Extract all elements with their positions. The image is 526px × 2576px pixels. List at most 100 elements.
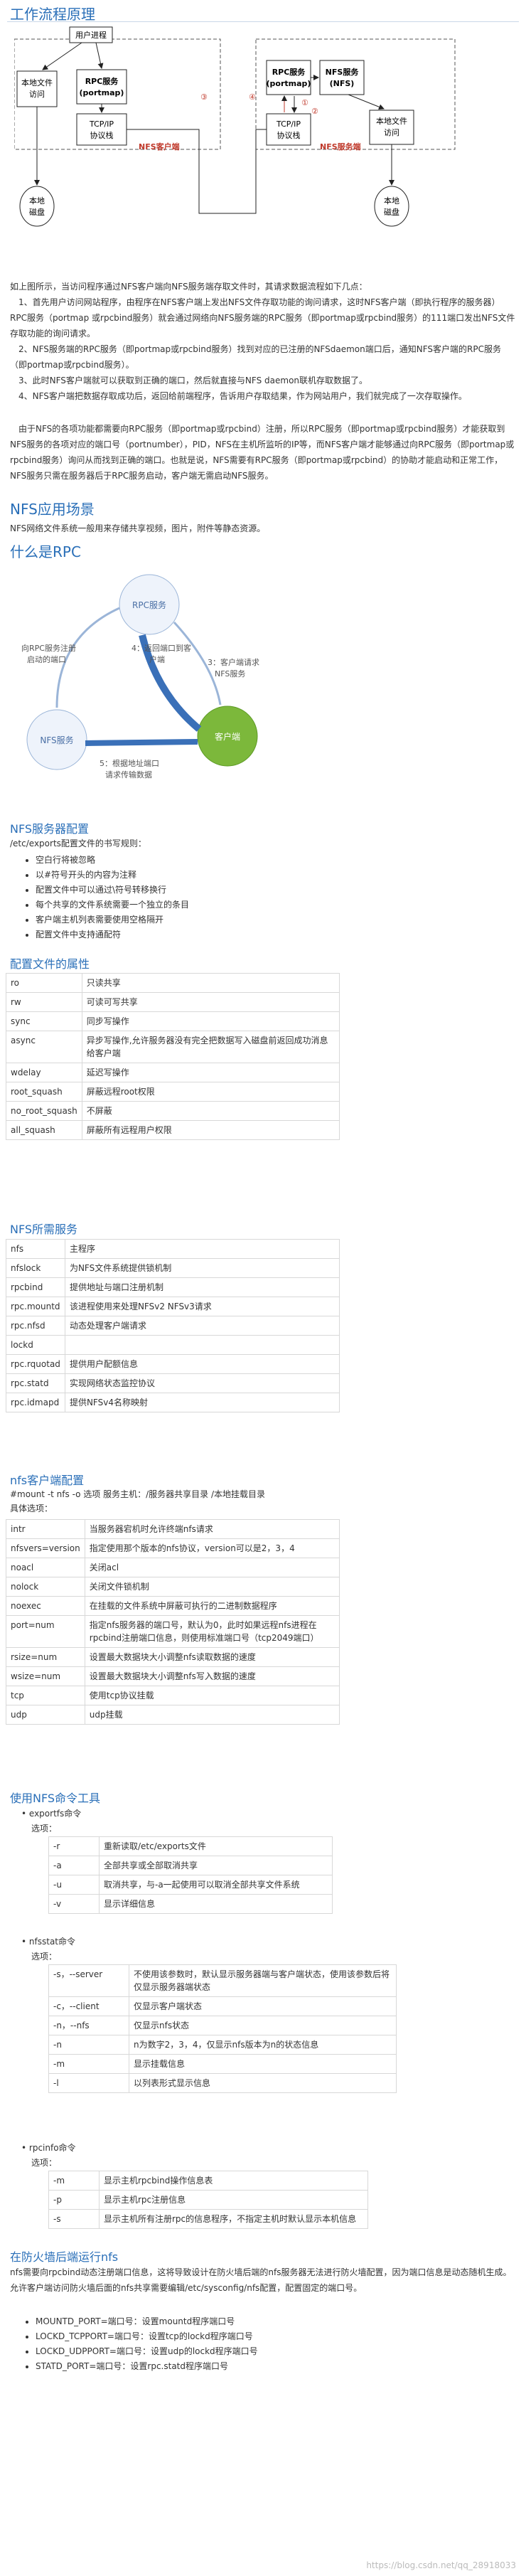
exportfs-options-table: -r 重新读取/etc/exports文件 -a 全部共享或全部取消共享 -u 取消共… xyxy=(48,1836,333,1914)
svg-text:本地文件: 本地文件 xyxy=(21,78,53,87)
watermark: https://blog.csdn.net/qq_28918033 xyxy=(366,2560,516,2570)
scenario-text: NFS网络文件系统一般用来存储共享视频，图片，附件等静态资源。 xyxy=(10,523,266,533)
workflow-p0: 如上图所示，当访问程序通过NFS客户端向NFS服务端存取文件时，其请求数据流程如… xyxy=(10,282,367,292)
table-row: root_squash 屏蔽远程root权限 xyxy=(6,1082,340,1102)
workflow-p4: 4、NFS客户端把数据存取成功后，返回给前端程序，告诉用户存取结果，作为网站用户… xyxy=(10,391,467,401)
rpc-diagram: RPC服务 NFS服务 客户端 向RPC服务注册 启动的端口 4：返回端口到客 … xyxy=(21,574,259,779)
table-row: -c，--client 仅显示客户端状态 xyxy=(48,1996,397,2016)
table-row: wsize=num 设置最大数据块大小调整nfs写入数据的速度 xyxy=(6,1666,340,1686)
table-row: nfs 主程序 xyxy=(6,1239,340,1259)
svg-text:本地: 本地 xyxy=(29,196,45,206)
nfsstat-command-label: • nfsstat命令 xyxy=(21,1937,76,1947)
workflow-p3: 3、此时NFS客户端就可以获取到正确的端口，然后就直接与NFS daemon联机… xyxy=(10,376,368,385)
config-rules-list: 空白行将被忽略 以#符号开头的内容为注释 配置文件中可以通过\符号转移换行 每个… xyxy=(21,853,189,942)
svg-text:请求传输数据: 请求传输数据 xyxy=(105,770,152,779)
table-row: -v 显示详细信息 xyxy=(48,1894,333,1914)
rpcinfo-options-label: 选项： xyxy=(31,2158,58,2168)
table-row: -m 显示挂载信息 xyxy=(48,2054,397,2074)
svg-text:本地文件: 本地文件 xyxy=(376,116,407,126)
table-row: udp udp挂载 xyxy=(6,1705,340,1725)
section-title-workflow: 工作流程原理 xyxy=(10,6,95,23)
svg-text:NFS服务: NFS服务 xyxy=(40,735,73,745)
svg-text:②: ② xyxy=(311,107,318,116)
svg-text:向RPC服务注册: 向RPC服务注册 xyxy=(21,643,76,653)
table-row: -r 重新读取/etc/exports文件 xyxy=(48,1836,333,1856)
exportfs-options-label: 选项： xyxy=(31,1824,58,1833)
table-row: nfslock 为NFS文件系统提供锁机制 xyxy=(6,1258,340,1278)
section-title-firewall: 在防火墙后端运行nfs xyxy=(10,2250,119,2264)
svg-text:④: ④ xyxy=(249,92,256,102)
svg-text:RPC服务: RPC服务 xyxy=(272,67,306,77)
table-row: -u 取消共享，与-a一起使用可以取消全部共享文件系统 xyxy=(48,1875,333,1895)
list-item: STATD_PORT=端口号：设置rpc.statd程序端口号 xyxy=(36,2359,258,2374)
workflow-p5: 由于NFS的各项功能都需要向RPC服务（即portmap或rpcbind）注册，… xyxy=(10,424,515,481)
svg-text:启动的端口: 启动的端口 xyxy=(27,654,66,664)
svg-text:3：客户端请求: 3：客户端请求 xyxy=(208,657,259,667)
section-title-server-config: NFS服务器配置 xyxy=(10,822,90,836)
table-row: -m 显示主机rpcbind操作信息表 xyxy=(48,2171,368,2191)
svg-text:客户端: 客户端 xyxy=(215,731,240,742)
svg-text:(portmap): (portmap) xyxy=(267,79,311,88)
table-row: -n n为数字2，3，4，仅显示nfs版本为n的状态信息 xyxy=(48,2035,397,2055)
table-row: nolock 关闭文件锁机制 xyxy=(6,1577,340,1597)
svg-text:①: ① xyxy=(301,98,308,107)
section-title-scenario: NFS应用场景 xyxy=(10,501,95,518)
workflow-p1: 1、首先用户访问网站程序，由程序在NFS客户端上发出NFS文件存取功能的询问请求… xyxy=(10,297,515,339)
table-row: -s，--server 不使用该参数时，默认显示服务器端与客户端状态，使用该参数后… xyxy=(48,1964,397,1997)
list-item: 配置文件中支持通配符 xyxy=(36,927,189,942)
table-row: all_squash 屏蔽所有远程用户权限 xyxy=(6,1120,340,1140)
table-row: tcp 使用tcp协议挂载 xyxy=(6,1686,340,1705)
list-item: LOCKD_UDPPORT=端口号：设置udp的lockd程序端口号 xyxy=(36,2344,258,2359)
table-row: rpc.statd 实现网络状态监控协议 xyxy=(6,1373,340,1393)
mount-options-label: 具体选项： xyxy=(10,1503,53,1513)
svg-text:本地: 本地 xyxy=(384,196,399,206)
svg-text:TCP/IP: TCP/IP xyxy=(276,119,301,129)
svg-text:NFS服务端: NFS服务端 xyxy=(320,142,361,151)
table-row: -l 以列表形式显示信息 xyxy=(48,2073,397,2093)
svg-text:协议栈: 协议栈 xyxy=(277,130,301,140)
svg-text:(portmap): (portmap) xyxy=(80,88,124,97)
nfs-architecture-diagram: 用户进程 本地文件 访问 RPC服务 (portmap) TCP/IP 协议栈 … xyxy=(14,26,456,227)
svg-text:(NFS): (NFS) xyxy=(330,79,355,88)
attributes-table: ro 只读共享 rw 可读可写共享 sync 同步写操作 async 异步写操作,允许服… xyxy=(6,973,340,1140)
svg-text:访问: 访问 xyxy=(384,128,399,137)
table-row: wdelay 延迟写操作 xyxy=(6,1063,340,1082)
mount-command: #mount -t nfs -o 选项 服务主机：/服务器共享目录 /本地挂载目… xyxy=(10,1489,265,1499)
table-row: no_root_squash 不屏蔽 xyxy=(6,1101,340,1121)
services-table: nfs 主程序 nfslock 为NFS文件系统提供锁机制 rpcbind 提供地址与… xyxy=(6,1239,340,1412)
firewall-text: nfs需要向rpcbind动态注册端口信息，这将导致设计在防火墙后端的nfs服务… xyxy=(10,2267,512,2293)
section-title-attributes: 配置文件的属性 xyxy=(10,957,90,971)
svg-text:户端: 户端 xyxy=(149,654,165,664)
list-item: MOUNTD_PORT=端口号：设置mountd程序端口号 xyxy=(36,2314,258,2329)
mount-options-table: intr 当服务器宕机时允许终端nfs请求 nfsvers=version 指定使用… xyxy=(6,1519,340,1725)
table-row: -a 全部共享或全部取消共享 xyxy=(48,1856,333,1875)
table-row: lockd xyxy=(6,1335,340,1355)
svg-text:用户进程: 用户进程 xyxy=(75,30,107,40)
rpcinfo-options-table: -m 显示主机rpcbind操作信息表 -p 显示主机rpc注册信息 -s 显示主机所… xyxy=(48,2171,368,2229)
section-title-services: NFS所需服务 xyxy=(10,1223,78,1236)
table-row: -s 显示主机所有注册rpc的信息程序，不指定主机时默认显示本机信息 xyxy=(48,2209,368,2229)
table-row: nfsvers=version 指定使用那个版本的nfs协议，version可以是… xyxy=(6,1538,340,1558)
svg-text:NFS服务: NFS服务 xyxy=(215,669,245,678)
table-row: rsize=num 设置最大数据块大小调整nfs读取数据的速度 xyxy=(6,1647,340,1667)
table-row: noexec 在挂载的文件系统中屏蔽可执行的二进制数据程序 xyxy=(6,1596,340,1616)
table-row: port=num 指定nfs服务器的端口号，默认为0，此时如果远程nfs进程在rp… xyxy=(6,1615,340,1648)
table-row: ro 只读共享 xyxy=(6,973,340,993)
svg-text:磁盘: 磁盘 xyxy=(29,207,45,217)
table-row: rpc.mountd 该进程使用来处理NFSv2 NFSv3请求 xyxy=(6,1297,340,1316)
rpcinfo-command-label: • rpcinfo命令 xyxy=(21,2143,76,2153)
list-item: 空白行将被忽略 xyxy=(36,853,189,868)
list-item: 以#符号开头的内容为注释 xyxy=(36,868,189,883)
svg-text:4：返回端口到客: 4：返回端口到客 xyxy=(132,643,191,653)
server-config-intro: /etc/exports配置文件的书写规则： xyxy=(10,839,146,848)
svg-text:5：根据地址端口: 5：根据地址端口 xyxy=(100,758,159,768)
workflow-p2: 2、NFS服务端的RPC服务（即portmap或rpcbind服务）找到对应的已… xyxy=(10,344,501,370)
table-row: async 异步写操作,允许服务器没有完全把数据写入磁盘前返回成功消息给客户端 xyxy=(6,1031,340,1063)
list-item: LOCKD_TCPPORT=端口号：设置tcp的lockd程序端口号 xyxy=(36,2329,258,2344)
table-row: intr 当服务器宕机时允许终端nfs请求 xyxy=(6,1519,340,1539)
nfsstat-options-label: 选项： xyxy=(31,1952,58,1962)
table-row: rpc.idmapd 提供NFSv4名称映射 xyxy=(6,1393,340,1412)
firewall-ports-list: MOUNTD_PORT=端口号：设置mountd程序端口号 LOCKD_TCPP… xyxy=(21,2314,258,2374)
table-row: sync 同步写操作 xyxy=(6,1011,340,1031)
table-row: rpc.nfsd 动态处理客户端请求 xyxy=(6,1316,340,1336)
